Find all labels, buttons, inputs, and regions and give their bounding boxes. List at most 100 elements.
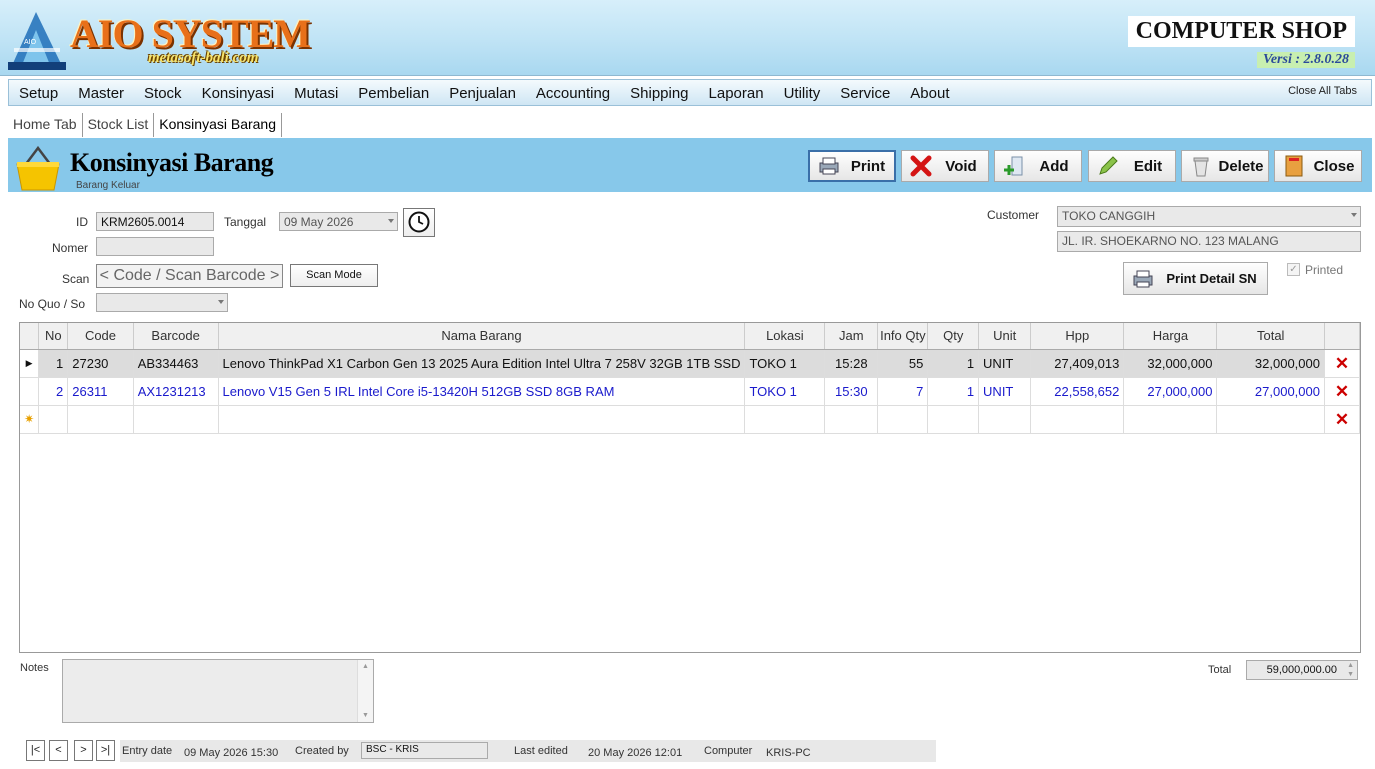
cell-nama-barang[interactable] [218,405,746,434]
cell-jam[interactable] [824,405,879,434]
cell-info-qty[interactable]: 55 [877,349,929,378]
cell-total[interactable] [1216,405,1325,434]
id-field[interactable]: KRM2605.0014 [96,212,214,231]
tab-home[interactable]: Home Tab [8,113,83,137]
app-header: AIO AIO SYSTEM metasoft-bali.com COMPUTE… [0,0,1375,76]
menu-penjualan[interactable]: Penjualan [439,80,526,107]
cell-code[interactable]: 27230 [67,349,134,378]
delete-row-icon[interactable]: ✕ [1324,349,1361,378]
col-info-qty[interactable]: Info Qty [877,323,929,350]
tab-konsinyasi-barang[interactable]: Konsinyasi Barang [154,113,283,137]
cell-info-qty[interactable] [877,405,929,434]
col-harga[interactable]: Harga [1123,323,1218,350]
cell-no[interactable]: 1 [38,349,69,378]
col-delete [1324,323,1361,350]
cell-hpp[interactable] [1030,405,1125,434]
cell-lokasi[interactable]: TOKO 1 [744,377,826,406]
cell-unit[interactable]: UNIT [978,349,1032,378]
cell-barcode[interactable]: AB334463 [133,349,219,378]
clock-button[interactable] [403,208,435,237]
cell-jam[interactable]: 15:30 [824,377,879,406]
cell-no[interactable] [38,405,69,434]
menu-about[interactable]: About [900,80,959,107]
scroll-up-icon[interactable]: ▲ [362,663,369,670]
menu-utility[interactable]: Utility [774,80,831,107]
col-jam[interactable]: Jam [824,323,879,350]
notes-scrollbar[interactable]: ▲ ▼ [357,660,373,722]
cell-info-qty[interactable]: 7 [877,377,929,406]
col-unit[interactable]: Unit [978,323,1032,350]
cell-nama-barang[interactable]: Lenovo ThinkPad X1 Carbon Gen 13 2025 Au… [218,349,746,378]
nav-next-button[interactable]: > [74,740,93,761]
col-no[interactable]: No [38,323,69,350]
tab-stock-list[interactable]: Stock List [83,113,155,137]
add-button[interactable]: Add [994,150,1082,182]
col-total[interactable]: Total [1216,323,1325,350]
menu-shipping[interactable]: Shipping [620,80,698,107]
print-detail-sn-button[interactable]: Print Detail SN [1123,262,1268,295]
edit-button[interactable]: Edit [1088,150,1176,182]
close-button[interactable]: Close [1274,150,1362,182]
notes-textarea[interactable]: ▲ ▼ [62,659,374,723]
cell-qty[interactable]: 1 [927,349,980,378]
menu-mutasi[interactable]: Mutasi [284,80,348,107]
delete-row-icon[interactable]: ✕ [1324,377,1361,406]
cell-code[interactable]: 26311 [67,377,134,406]
print-button[interactable]: Print [808,150,896,182]
menu-accounting[interactable]: Accounting [526,80,620,107]
menu-master[interactable]: Master [68,80,134,107]
menu-laporan[interactable]: Laporan [699,80,774,107]
cell-barcode[interactable] [133,405,219,434]
new-row[interactable]: ✷ ✕ [20,405,1361,434]
col-qty[interactable]: Qty [927,323,980,350]
scan-barcode-input[interactable]: < Code / Scan Barcode > [96,264,283,288]
scroll-down-icon[interactable]: ▼ [362,712,369,719]
cell-no[interactable]: 2 [38,377,69,406]
menu-konsinyasi[interactable]: Konsinyasi [192,80,285,107]
shop-name: COMPUTER SHOP [1127,16,1355,47]
menu-service[interactable]: Service [830,80,900,107]
nav-last-button[interactable]: >| [96,740,115,761]
nomer-field[interactable] [96,237,214,256]
cell-hpp[interactable]: 27,409,013 [1030,349,1125,378]
table-row[interactable]: ▶ 1 27230 AB334463 Lenovo ThinkPad X1 Ca… [20,349,1361,378]
customer-select[interactable]: TOKO CANGGIH [1057,206,1361,227]
menu-pembelian[interactable]: Pembelian [348,80,439,107]
cell-qty[interactable]: 1 [927,377,980,406]
cell-jam[interactable]: 15:28 [824,349,879,378]
last-edited-label: Last edited [514,745,568,757]
cell-nama-barang[interactable]: Lenovo V15 Gen 5 IRL Intel Core i5-13420… [218,377,746,406]
cell-lokasi[interactable]: TOKO 1 [744,349,826,378]
cell-harga[interactable] [1123,405,1218,434]
close-all-tabs-button[interactable]: Close All Tabs [1288,85,1357,97]
col-nama-barang[interactable]: Nama Barang [218,323,746,350]
no-quo-select[interactable] [96,293,228,312]
cell-code[interactable] [67,405,134,434]
cell-hpp[interactable]: 22,558,652 [1030,377,1125,406]
nav-prev-button[interactable]: < [49,740,68,761]
col-lokasi[interactable]: Lokasi [744,323,826,350]
menu-setup[interactable]: Setup [9,80,68,107]
cell-unit[interactable] [978,405,1032,434]
cell-unit[interactable]: UNIT [978,377,1032,406]
col-barcode[interactable]: Barcode [133,323,219,350]
delete-row-icon[interactable]: ✕ [1324,405,1361,434]
cell-qty[interactable] [927,405,980,434]
tanggal-field[interactable]: 09 May 2026 [279,212,398,231]
cell-total[interactable]: 32,000,000 [1216,349,1325,378]
total-field: 59,000,000.00 ▲ ▼ [1246,660,1358,680]
cell-harga[interactable]: 27,000,000 [1123,377,1218,406]
col-hpp[interactable]: Hpp [1030,323,1125,350]
delete-button[interactable]: Delete [1181,150,1269,182]
table-row[interactable]: 2 26311 AX1231213 Lenovo V15 Gen 5 IRL I… [20,377,1361,406]
cell-lokasi[interactable] [744,405,826,434]
printed-checkbox[interactable]: ✓ [1287,263,1300,276]
cell-barcode[interactable]: AX1231213 [133,377,219,406]
col-code[interactable]: Code [67,323,134,350]
scan-mode-button[interactable]: Scan Mode [290,264,378,287]
menu-stock[interactable]: Stock [134,80,192,107]
void-button[interactable]: Void [901,150,989,182]
cell-total[interactable]: 27,000,000 [1216,377,1325,406]
nav-first-button[interactable]: |< [26,740,45,761]
cell-harga[interactable]: 32,000,000 [1123,349,1218,378]
